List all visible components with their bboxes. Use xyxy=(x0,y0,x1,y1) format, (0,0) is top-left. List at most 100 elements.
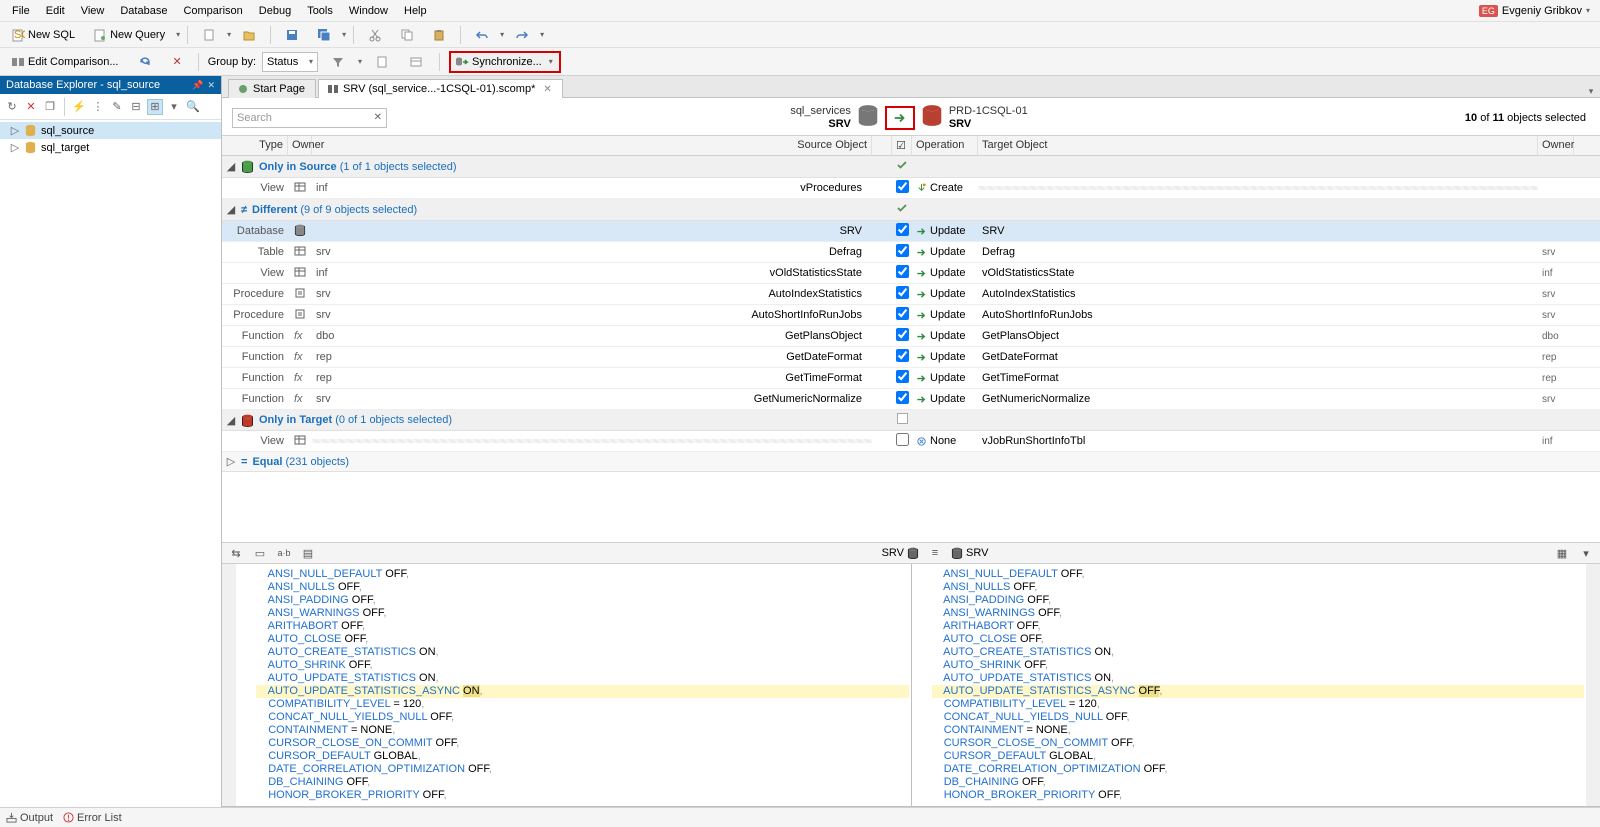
save-icon[interactable] xyxy=(278,25,306,45)
menu-window[interactable]: Window xyxy=(341,2,396,20)
diff-swap-icon[interactable]: ⇆ xyxy=(228,545,244,561)
table-row[interactable]: Database SRV Update SRV xyxy=(222,221,1600,242)
row-checkbox[interactable] xyxy=(896,265,909,278)
user-menu[interactable]: EG Evgeniy Gribkov ▾ xyxy=(1473,3,1596,19)
pin-icon[interactable]: 📌 xyxy=(192,80,203,91)
table-row[interactable]: View None vJobRunShortInfoTblinf xyxy=(222,431,1600,452)
diff-right-pane[interactable]: ANSI_NULL_DEFAULT OFF, ANSI_NULLS OFF, A… xyxy=(912,564,1587,806)
row-checkbox[interactable] xyxy=(896,370,909,383)
new-file-icon[interactable] xyxy=(195,25,223,45)
tab-overflow-icon[interactable]: ▾ xyxy=(1582,86,1600,97)
diff-left-ruler[interactable] xyxy=(222,564,236,806)
output-tab[interactable]: Output xyxy=(6,812,53,824)
explorer-delete-icon[interactable]: ✕ xyxy=(23,99,39,115)
explorer-filter-icon[interactable]: ▾ xyxy=(166,99,182,115)
script-icon[interactable] xyxy=(368,52,396,72)
stop-icon[interactable]: ✕ xyxy=(165,52,188,71)
menu-help[interactable]: Help xyxy=(396,2,435,20)
tab-comparison-doc[interactable]: SRV (sql_service...-1CSQL-01).scomp* ✕ xyxy=(318,79,563,98)
new-sql-button[interactable]: SQL New SQL xyxy=(4,25,82,45)
diff-sync-icon[interactable]: ≡ xyxy=(927,545,943,561)
options-icon[interactable] xyxy=(402,52,430,72)
diff-inline-icon[interactable]: ▭ xyxy=(252,545,268,561)
refresh-icon[interactable] xyxy=(131,52,159,72)
diff-layout-icon[interactable]: ▦ xyxy=(1554,545,1570,561)
open-icon[interactable] xyxy=(235,25,263,45)
edit-comparison-button[interactable]: Edit Comparison... xyxy=(4,52,125,72)
row-checkbox[interactable] xyxy=(896,391,909,404)
sync-direction-icon[interactable] xyxy=(885,106,915,130)
col-type[interactable]: Type xyxy=(222,136,288,155)
table-row[interactable]: View infvOldStatisticsState Update vOldS… xyxy=(222,263,1600,284)
col-owner2[interactable]: Owner xyxy=(1538,136,1574,155)
col-checkbox[interactable]: ☑ xyxy=(892,136,912,155)
group-different[interactable]: ◢ ≠ Different (9 of 9 objects selected) xyxy=(222,199,1600,221)
expand-icon[interactable]: ▷ xyxy=(226,455,236,468)
tree-node-sql-target[interactable]: ▷ sql_target xyxy=(0,139,221,156)
cut-icon[interactable] xyxy=(361,25,389,45)
new-query-button[interactable]: New Query xyxy=(86,25,172,45)
diff-left-pane[interactable]: ANSI_NULL_DEFAULT OFF, ANSI_NULLS OFF, A… xyxy=(236,564,912,806)
menu-tools[interactable]: Tools xyxy=(299,2,341,20)
menu-database[interactable]: Database xyxy=(112,2,175,20)
table-row[interactable]: View infvProcedures Create xyxy=(222,178,1600,199)
col-operation[interactable]: Operation xyxy=(912,136,978,155)
row-checkbox[interactable] xyxy=(896,349,909,362)
group-only-in-target[interactable]: ◢ Only in Target (0 of 1 objects selecte… xyxy=(222,410,1600,431)
col-target-object[interactable]: Target Object xyxy=(978,136,1538,155)
group-equal[interactable]: ▷ = Equal (231 objects) xyxy=(222,452,1600,472)
expand-icon[interactable]: ▷ xyxy=(10,124,20,137)
col-source-object[interactable]: Source Object xyxy=(312,136,872,155)
menu-file[interactable]: File xyxy=(4,2,38,20)
diff-menu-icon[interactable]: ▾ xyxy=(1578,545,1594,561)
error-list-tab[interactable]: Error List xyxy=(63,812,122,824)
undo-icon[interactable] xyxy=(468,25,496,45)
groupby-select[interactable]: Status xyxy=(262,52,318,72)
group-only-in-source[interactable]: ◢ Only in Source (1 of 1 objects selecte… xyxy=(222,156,1600,178)
row-checkbox[interactable] xyxy=(896,244,909,257)
menu-debug[interactable]: Debug xyxy=(251,2,299,20)
row-checkbox[interactable] xyxy=(896,223,909,236)
row-checkbox[interactable] xyxy=(896,307,909,320)
tree-node-sql-source[interactable]: ▷ sql_source xyxy=(0,122,221,139)
explorer-refresh-icon[interactable]: ↻ xyxy=(4,99,20,115)
col-owner[interactable]: Owner xyxy=(288,136,312,155)
expand-icon[interactable]: ▷ xyxy=(10,141,20,154)
table-row[interactable]: Function dboGetPlansObject Update GetPla… xyxy=(222,326,1600,347)
table-row[interactable]: Function repGetTimeFormat Update GetTime… xyxy=(222,368,1600,389)
search-input[interactable]: Search ✕ xyxy=(232,108,387,128)
table-row[interactable]: Procedure srvAutoShortInfoRunJobs Update… xyxy=(222,305,1600,326)
explorer-props-icon[interactable]: ⋮ xyxy=(90,99,106,115)
explorer-search-icon[interactable]: 🔍 xyxy=(185,99,201,115)
redo-icon[interactable] xyxy=(508,25,536,45)
filter-icon[interactable] xyxy=(324,52,352,72)
diff-right-ruler[interactable] xyxy=(1586,564,1600,806)
row-checkbox[interactable] xyxy=(896,180,909,193)
paste-icon[interactable] xyxy=(425,25,453,45)
table-row[interactable]: Function srvGetNumericNormalize Update G… xyxy=(222,389,1600,410)
explorer-new-conn-icon[interactable]: ⚡ xyxy=(71,99,87,115)
explorer-script-icon[interactable]: ✎ xyxy=(109,99,125,115)
table-row[interactable]: Function repGetDateFormat Update GetDate… xyxy=(222,347,1600,368)
menu-edit[interactable]: Edit xyxy=(38,2,73,20)
close-tab-icon[interactable]: ✕ xyxy=(543,84,551,95)
collapse-icon[interactable]: ◢ xyxy=(226,203,236,216)
clear-search-icon[interactable]: ✕ xyxy=(374,112,382,123)
collapse-icon[interactable]: ◢ xyxy=(226,414,236,427)
menu-view[interactable]: View xyxy=(73,2,113,20)
explorer-collapse-icon[interactable]: ⊟ xyxy=(128,99,144,115)
table-row[interactable]: Procedure srvAutoIndexStatistics Update … xyxy=(222,284,1600,305)
tab-start-page[interactable]: Start Page xyxy=(228,79,316,98)
menu-comparison[interactable]: Comparison xyxy=(175,2,250,20)
row-checkbox[interactable] xyxy=(896,328,909,341)
table-row[interactable]: Table srvDefrag Update Defragsrv xyxy=(222,242,1600,263)
save-all-icon[interactable] xyxy=(310,25,338,45)
close-panel-icon[interactable]: ✕ xyxy=(207,80,215,91)
explorer-group-icon[interactable]: ⊞ xyxy=(147,99,163,115)
synchronize-button[interactable]: Synchronize... ▾ xyxy=(449,51,561,73)
diff-char-icon[interactable]: a·b xyxy=(276,545,292,561)
explorer-copy-icon[interactable]: ❐ xyxy=(42,99,58,115)
copy-icon[interactable] xyxy=(393,25,421,45)
collapse-icon[interactable]: ◢ xyxy=(226,160,236,173)
diff-word-icon[interactable]: ▤ xyxy=(300,545,316,561)
